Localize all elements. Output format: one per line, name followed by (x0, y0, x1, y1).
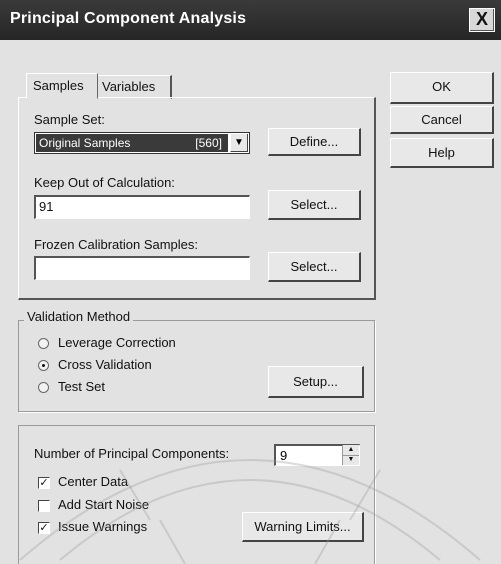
radio-leverage-correction[interactable] (38, 338, 49, 349)
title-bar: Principal Component Analysis X (0, 0, 501, 40)
add-start-noise-checkbox[interactable] (38, 500, 50, 512)
sample-set-dropdown[interactable]: Original Samples [560] ▼ (34, 132, 250, 154)
issue-warnings-checkbox[interactable]: ✓ (38, 522, 50, 534)
spin-down-icon[interactable]: ▼ (343, 455, 359, 465)
tab-variables[interactable]: Variables (95, 75, 172, 99)
issue-warnings-label: Issue Warnings (58, 519, 148, 534)
center-data-checkbox[interactable]: ✓ (38, 477, 50, 489)
help-button[interactable]: Help (390, 138, 494, 168)
sample-set-selected: Original Samples [560] (36, 134, 228, 152)
num-pc-spinner: ▲ ▼ (342, 445, 359, 465)
sample-set-count: [560] (195, 136, 222, 150)
validation-method-title: Validation Method (24, 309, 134, 324)
window-title: Principal Component Analysis (10, 10, 247, 27)
ok-button[interactable]: OK (390, 72, 494, 104)
sample-set-value: Original Samples (39, 136, 131, 150)
tab-samples[interactable]: Samples (26, 73, 98, 99)
define-button[interactable]: Define... (268, 128, 361, 156)
close-button[interactable]: X (469, 8, 495, 32)
radio-cross-validation[interactable] (38, 360, 49, 371)
warning-limits-button[interactable]: Warning Limits... (242, 512, 364, 542)
chevron-down-icon[interactable]: ▼ (230, 134, 248, 152)
num-pc-label: Number of Principal Components: (34, 446, 230, 461)
keep-out-select-button[interactable]: Select... (268, 190, 361, 220)
frozen-samples-label: Frozen Calibration Samples: (34, 237, 199, 252)
keep-out-input[interactable]: 91 (34, 195, 250, 219)
cross-validation-label: Cross Validation (58, 357, 152, 372)
setup-button[interactable]: Setup... (268, 366, 364, 398)
test-set-label: Test Set (58, 379, 105, 394)
frozen-samples-input[interactable] (34, 256, 250, 280)
center-data-label: Center Data (58, 474, 129, 489)
cancel-button[interactable]: Cancel (390, 106, 494, 134)
pca-dialog: Principal Component Analysis X Samples V… (0, 0, 501, 564)
frozen-select-button[interactable]: Select... (268, 252, 361, 282)
keep-out-label: Keep Out of Calculation: (34, 175, 175, 190)
leverage-correction-label: Leverage Correction (58, 335, 176, 350)
sample-set-label: Sample Set: (34, 112, 105, 127)
close-icon: X (475, 9, 488, 29)
add-start-noise-label: Add Start Noise (58, 497, 150, 512)
radio-test-set[interactable] (38, 382, 49, 393)
